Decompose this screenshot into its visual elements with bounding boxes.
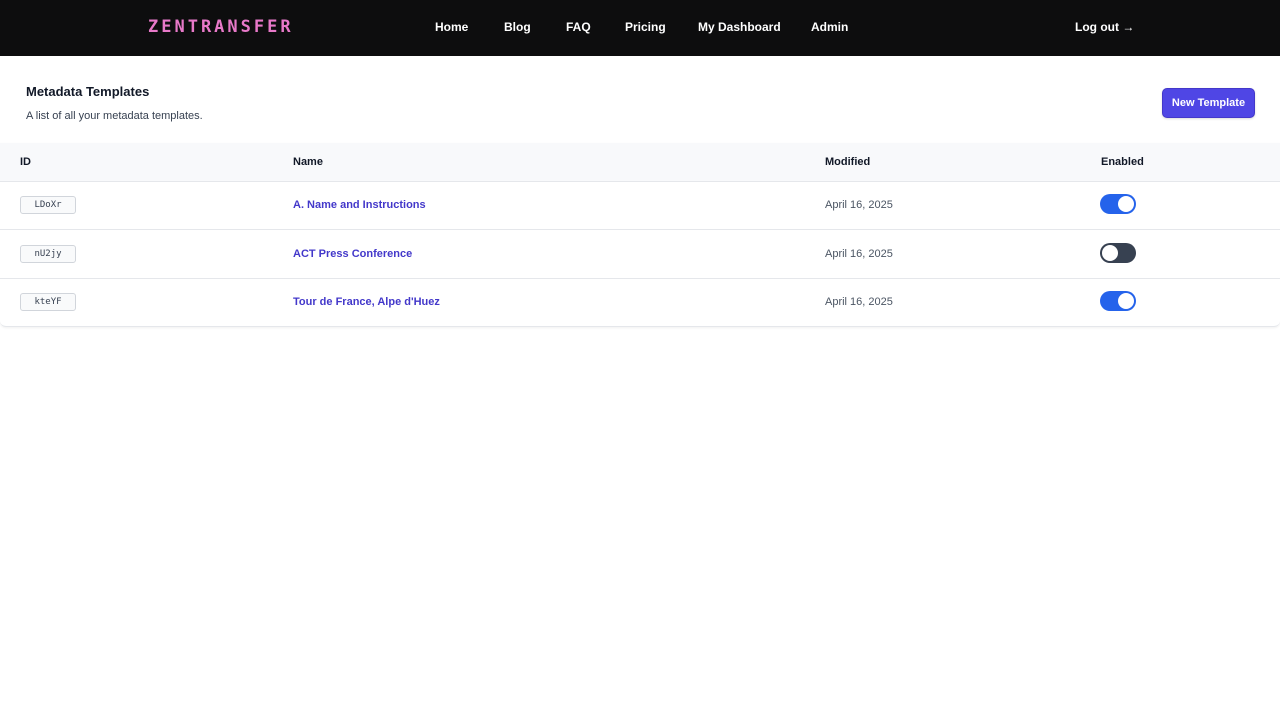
templates-table: ID Name Modified Enabled LDoXr A. Name a… <box>0 143 1280 327</box>
nav-blog[interactable]: Blog <box>504 20 531 34</box>
template-id-badge: kteYF <box>20 293 76 311</box>
modified-date: April 16, 2025 <box>825 199 893 211</box>
enabled-toggle[interactable] <box>1100 194 1136 214</box>
template-id-badge: nU2jy <box>20 245 76 263</box>
modified-date: April 16, 2025 <box>825 248 893 260</box>
modified-date: April 16, 2025 <box>825 296 893 308</box>
template-name-link[interactable]: ACT Press Conference <box>293 248 412 260</box>
new-template-button[interactable]: New Template <box>1162 88 1255 118</box>
page-subtitle: A list of all your metadata templates. <box>26 110 203 122</box>
table-row: LDoXr A. Name and Instructions April 16,… <box>0 182 1280 230</box>
column-header-enabled: Enabled <box>1101 156 1144 168</box>
table-header: ID Name Modified Enabled <box>0 143 1280 182</box>
toggle-knob <box>1118 196 1134 212</box>
nav-admin[interactable]: Admin <box>811 20 848 34</box>
toggle-knob <box>1102 245 1118 261</box>
nav-faq[interactable]: FAQ <box>566 20 591 34</box>
logout-link[interactable]: Log out → <box>1075 20 1134 34</box>
top-navbar: ZENTRANSFER Home Blog FAQ Pricing My Das… <box>0 0 1280 56</box>
nav-home[interactable]: Home <box>435 20 468 34</box>
column-header-modified: Modified <box>825 156 871 168</box>
column-header-name: Name <box>293 156 323 168</box>
logo[interactable]: ZENTRANSFER <box>148 17 294 37</box>
toggle-knob <box>1118 293 1134 309</box>
table-row: nU2jy ACT Press Conference April 16, 202… <box>0 231 1280 279</box>
enabled-toggle[interactable] <box>1100 243 1136 263</box>
template-id-badge: LDoXr <box>20 196 76 214</box>
enabled-toggle[interactable] <box>1100 291 1136 311</box>
column-header-id: ID <box>20 156 31 168</box>
template-name-link[interactable]: Tour de France, Alpe d'Huez <box>293 296 440 308</box>
page-title: Metadata Templates <box>26 84 150 99</box>
template-name-link[interactable]: A. Name and Instructions <box>293 199 426 211</box>
nav-pricing[interactable]: Pricing <box>625 20 666 34</box>
nav-my-dashboard[interactable]: My Dashboard <box>698 20 781 34</box>
table-row: kteYF Tour de France, Alpe d'Huez April … <box>0 279 1280 327</box>
